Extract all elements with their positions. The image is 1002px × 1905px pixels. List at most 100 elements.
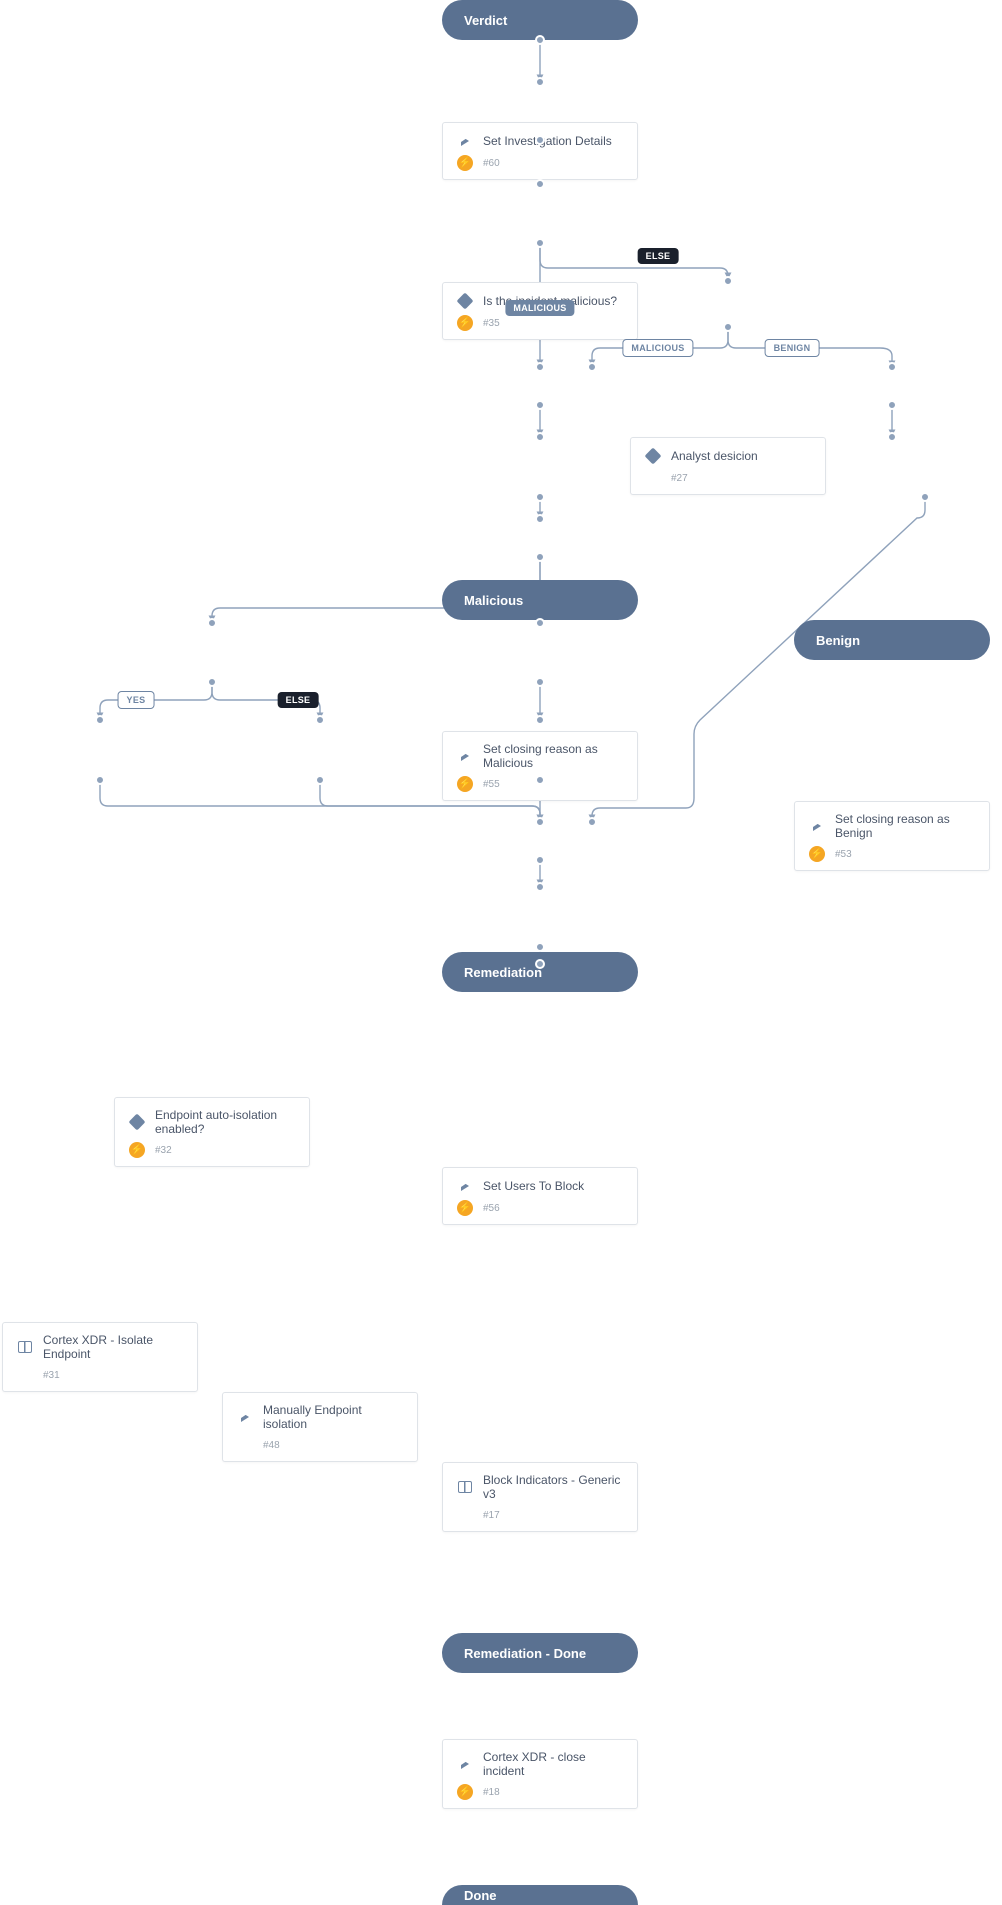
port: [535, 514, 545, 524]
task-icon: [237, 1409, 253, 1425]
edge-label-benign: BENIGN: [765, 339, 820, 357]
task-set-users-to-block[interactable]: Set Users To Block #56: [442, 1167, 638, 1225]
diamond-icon: [457, 293, 473, 309]
port: [535, 77, 545, 87]
bolt-icon: [457, 776, 473, 792]
task-icon: [457, 1756, 473, 1772]
task-manually-endpoint-isolation[interactable]: Manually Endpoint isolation #48: [222, 1392, 418, 1462]
condition-endpoint-auto-isolation[interactable]: Endpoint auto-isolation enabled? #32: [114, 1097, 310, 1167]
port: [535, 135, 545, 145]
section-label: Remediation: [464, 965, 542, 980]
task-id: #48: [263, 1440, 280, 1451]
port: [535, 432, 545, 442]
port: [315, 715, 325, 725]
edge-label-else: ELSE: [638, 248, 679, 264]
diamond-icon: [645, 448, 661, 464]
section-label: Remediation - Done: [464, 1646, 586, 1661]
port: [207, 677, 217, 687]
port: [95, 715, 105, 725]
task-id: #56: [483, 1203, 500, 1214]
port: [535, 855, 545, 865]
bolt-icon: [457, 155, 473, 171]
port: [535, 362, 545, 372]
task-title: Set closing reason as Malicious: [483, 742, 623, 770]
port: [535, 238, 545, 248]
task-title: Set Users To Block: [483, 1179, 584, 1193]
port: [723, 276, 733, 286]
section-label: Done: [464, 1888, 497, 1903]
task-icon: [457, 1178, 473, 1194]
task-set-investigation-details[interactable]: Set Investigation Details #60: [442, 122, 638, 180]
task-icon: [809, 818, 825, 834]
task-title: Endpoint auto-isolation enabled?: [155, 1108, 295, 1136]
port: [587, 362, 597, 372]
section-label: Malicious: [464, 593, 523, 608]
book-icon: [17, 1339, 33, 1355]
edge-label-malicious: MALICIOUS: [505, 300, 574, 316]
port: [535, 492, 545, 502]
port: [887, 400, 897, 410]
section-benign[interactable]: Benign: [794, 620, 990, 660]
task-id: #53: [835, 849, 852, 860]
task-block-indicators[interactable]: Block Indicators - Generic v3 #17: [442, 1462, 638, 1532]
section-remediation[interactable]: Remediation: [442, 952, 638, 992]
book-icon: [457, 1479, 473, 1495]
edge-label-else-2: ELSE: [278, 692, 319, 708]
port: [535, 817, 545, 827]
section-malicious[interactable]: Malicious: [442, 580, 638, 620]
bolt-icon: [809, 846, 825, 862]
task-cortex-xdr-close-incident[interactable]: Cortex XDR - close incident #18: [442, 1739, 638, 1809]
section-done[interactable]: Done: [442, 1885, 638, 1905]
port: [920, 492, 930, 502]
task-id: #32: [155, 1145, 172, 1156]
bolt-icon: [457, 315, 473, 331]
task-id: #17: [483, 1510, 500, 1521]
task-id: #35: [483, 318, 500, 329]
task-title: Cortex XDR - close incident: [483, 1750, 623, 1778]
bolt-icon: [457, 1200, 473, 1216]
task-title: Analyst desicion: [671, 449, 758, 463]
task-title: Set closing reason as Benign: [835, 812, 975, 840]
port: [535, 715, 545, 725]
task-id: #18: [483, 1787, 500, 1798]
port: [535, 942, 545, 952]
condition-analyst-decision[interactable]: Analyst desicion #27: [630, 437, 826, 495]
bolt-icon: [457, 1784, 473, 1800]
edge-label-yes: YES: [118, 691, 155, 709]
task-id: #27: [671, 473, 688, 484]
task-title: Manually Endpoint isolation: [263, 1403, 403, 1431]
port: [535, 775, 545, 785]
port: [207, 618, 217, 628]
port: [535, 400, 545, 410]
port: [535, 618, 545, 628]
task-id: #55: [483, 779, 500, 790]
port: [887, 432, 897, 442]
section-remediation-done[interactable]: Remediation - Done: [442, 1633, 638, 1673]
task-icon: [457, 748, 473, 764]
task-set-closing-reason-benign[interactable]: Set closing reason as Benign #53: [794, 801, 990, 871]
port: [535, 552, 545, 562]
port: [535, 179, 545, 189]
bolt-icon: [129, 1142, 145, 1158]
section-verdict[interactable]: Verdict: [442, 0, 638, 40]
task-title: Block Indicators - Generic v3: [483, 1473, 623, 1501]
task-set-closing-reason-malicious[interactable]: Set closing reason as Malicious #55: [442, 731, 638, 801]
port: [723, 322, 733, 332]
port: [95, 775, 105, 785]
port: [535, 959, 545, 969]
port: [535, 677, 545, 687]
task-icon: [457, 133, 473, 149]
port: [587, 817, 597, 827]
section-label: Verdict: [464, 13, 507, 28]
port: [315, 775, 325, 785]
section-label: Benign: [816, 633, 860, 648]
port: [535, 35, 545, 45]
port: [887, 362, 897, 372]
task-id: #60: [483, 158, 500, 169]
task-title: Set Investigation Details: [483, 134, 612, 148]
port: [535, 882, 545, 892]
diamond-icon: [129, 1114, 145, 1130]
task-cortex-xdr-isolate-endpoint[interactable]: Cortex XDR - Isolate Endpoint #31: [2, 1322, 198, 1392]
task-title: Cortex XDR - Isolate Endpoint: [43, 1333, 183, 1361]
task-id: #31: [43, 1370, 60, 1381]
